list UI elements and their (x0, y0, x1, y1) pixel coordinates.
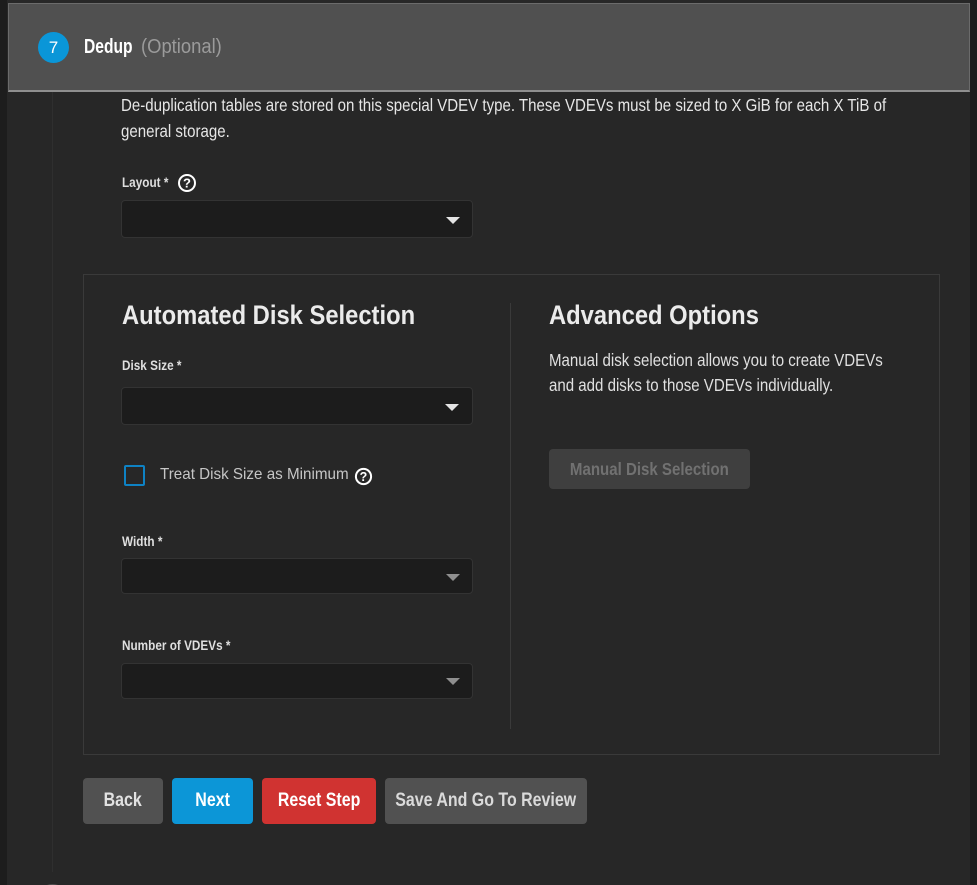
svg-text:?: ? (183, 176, 191, 191)
svg-text:?: ? (360, 470, 368, 484)
